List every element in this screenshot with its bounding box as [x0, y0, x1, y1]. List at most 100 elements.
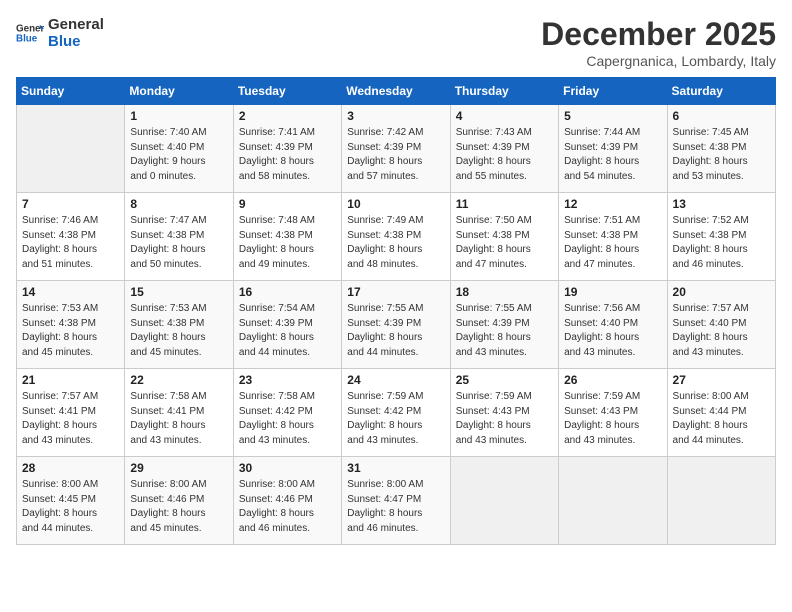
calendar-cell: 14Sunrise: 7:53 AMSunset: 4:38 PMDayligh… [17, 281, 125, 369]
day-info: Sunrise: 7:59 AMSunset: 4:43 PMDaylight:… [456, 390, 553, 448]
day-info: Sunrise: 7:41 AMSunset: 4:39 PMDaylight:… [239, 126, 336, 184]
calendar-cell: 17Sunrise: 7:55 AMSunset: 4:39 PMDayligh… [342, 281, 450, 369]
day-info: Sunrise: 7:43 AMSunset: 4:39 PMDaylight:… [456, 126, 553, 184]
logo-text-line1: General [48, 16, 104, 33]
calendar-cell: 13 Sunrise: 7:52 AMSunset: 4:38 PMDayligh… [667, 193, 775, 281]
calendar-cell: 18Sunrise: 7:55 AMSunset: 4:39 PMDayligh… [450, 281, 558, 369]
day-info: Sunrise: 7:59 AMSunset: 4:43 PMDaylight:… [564, 390, 661, 448]
days-header-row: SundayMondayTuesdayWednesdayThursdayFrid… [17, 78, 776, 105]
day-number: 2 [239, 109, 336, 123]
day-number: 10 [347, 197, 444, 211]
day-number: 28 [22, 461, 119, 475]
calendar-cell: 20Sunrise: 7:57 AMSunset: 4:40 PMDayligh… [667, 281, 775, 369]
day-number: 15 [130, 285, 227, 299]
svg-text:Blue: Blue [16, 33, 38, 44]
day-number: 8 [130, 197, 227, 211]
day-info: Sunrise: 7:57 AMSunset: 4:41 PMDaylight:… [22, 390, 119, 448]
calendar-cell: 22 Sunrise: 7:58 AMSunset: 4:41 PMDayligh… [125, 369, 233, 457]
calendar-cell: 29 Sunrise: 8:00 AMSunset: 4:46 PMDayligh… [125, 457, 233, 545]
day-info: Sunrise: 7:50 AMSunset: 4:38 PMDaylight:… [456, 214, 553, 272]
title-block: December 2025 Capergnanica, Lombardy, It… [541, 16, 776, 69]
day-number: 29 [130, 461, 227, 475]
calendar-cell: 15 Sunrise: 7:53 AMSunset: 4:38 PMDayligh… [125, 281, 233, 369]
calendar-cell: 31 Sunrise: 8:00 AMSunset: 4:47 PMDayligh… [342, 457, 450, 545]
calendar-cell: 24 Sunrise: 7:59 AMSunset: 4:42 PMDayligh… [342, 369, 450, 457]
day-number: 27 [673, 373, 770, 387]
location-subtitle: Capergnanica, Lombardy, Italy [541, 53, 776, 69]
calendar-cell: 28Sunrise: 8:00 AMSunset: 4:45 PMDayligh… [17, 457, 125, 545]
day-number: 6 [673, 109, 770, 123]
day-info: Sunrise: 7:46 AMSunset: 4:38 PMDaylight:… [22, 214, 119, 272]
calendar-week-row: 21 Sunrise: 7:57 AMSunset: 4:41 PMDayligh… [17, 369, 776, 457]
calendar-cell [17, 105, 125, 193]
day-info: Sunrise: 7:40 AMSunset: 4:40 PMDaylight:… [130, 126, 227, 184]
day-number: 1 [130, 109, 227, 123]
day-info: Sunrise: 7:47 AMSunset: 4:38 PMDaylight:… [130, 214, 227, 272]
day-number: 22 [130, 373, 227, 387]
calendar-week-row: 1 Sunrise: 7:40 AMSunset: 4:40 PMDaylight… [17, 105, 776, 193]
day-number: 23 [239, 373, 336, 387]
day-info: Sunrise: 7:56 AMSunset: 4:40 PMDaylight:… [564, 302, 661, 360]
day-number: 14 [22, 285, 119, 299]
calendar-cell: 23 Sunrise: 7:58 AMSunset: 4:42 PMDayligh… [233, 369, 341, 457]
calendar-week-row: 14 Sunrise: 7:53 AMSunset: 4:38 PMDayligh… [17, 281, 776, 369]
day-of-week-header: Friday [559, 78, 667, 105]
day-number: 30 [239, 461, 336, 475]
calendar-cell: 6 Sunrise: 7:45 AMSunset: 4:38 PMDaylight… [667, 105, 775, 193]
day-number: 4 [456, 109, 553, 123]
day-number: 18 [456, 285, 553, 299]
calendar-cell: 4 Sunrise: 7:43 AMSunset: 4:39 PMDaylight… [450, 105, 558, 193]
page-header: General Blue General Blue December 2025 … [16, 16, 776, 69]
calendar-body: 1 Sunrise: 7:40 AMSunset: 4:40 PMDaylight… [17, 105, 776, 545]
day-info: Sunrise: 8:00 AMSunset: 4:47 PMDaylight:… [347, 478, 444, 536]
calendar-week-row: 7 Sunrise: 7:46 AMSunset: 4:38 PMDaylight… [17, 193, 776, 281]
calendar-cell: 8 Sunrise: 7:47 AMSunset: 4:38 PMDaylight… [125, 193, 233, 281]
day-of-week-header: Wednesday [342, 78, 450, 105]
day-info: Sunrise: 8:00 AMSunset: 4:44 PMDaylight:… [673, 390, 770, 448]
calendar-cell: 10 Sunrise: 7:49 AMSunset: 4:38 PMDayligh… [342, 193, 450, 281]
calendar-cell [667, 457, 775, 545]
calendar-cell: 3Sunrise: 7:42 AMSunset: 4:39 PMDaylight… [342, 105, 450, 193]
day-number: 16 [239, 285, 336, 299]
day-number: 3 [347, 109, 444, 123]
day-info: Sunrise: 7:49 AMSunset: 4:38 PMDaylight:… [347, 214, 444, 272]
day-info: Sunrise: 8:00 AMSunset: 4:46 PMDaylight:… [130, 478, 227, 536]
calendar-cell: 27 Sunrise: 8:00 AMSunset: 4:44 PMDayligh… [667, 369, 775, 457]
calendar-cell: 2 Sunrise: 7:41 AMSunset: 4:39 PMDaylight… [233, 105, 341, 193]
logo-icon: General Blue [16, 19, 44, 47]
calendar-cell [559, 457, 667, 545]
day-info: Sunrise: 7:52 AMSunset: 4:38 PMDaylight:… [673, 214, 770, 272]
calendar-cell: 12Sunrise: 7:51 AMSunset: 4:38 PMDayligh… [559, 193, 667, 281]
day-info: Sunrise: 8:00 AMSunset: 4:46 PMDaylight:… [239, 478, 336, 536]
calendar-cell: 7 Sunrise: 7:46 AMSunset: 4:38 PMDaylight… [17, 193, 125, 281]
calendar-cell: 26 Sunrise: 7:59 AMSunset: 4:43 PMDayligh… [559, 369, 667, 457]
calendar-week-row: 28Sunrise: 8:00 AMSunset: 4:45 PMDayligh… [17, 457, 776, 545]
day-info: Sunrise: 7:59 AMSunset: 4:42 PMDaylight:… [347, 390, 444, 448]
day-info: Sunrise: 7:58 AMSunset: 4:42 PMDaylight:… [239, 390, 336, 448]
calendar-cell: 9Sunrise: 7:48 AMSunset: 4:38 PMDaylight… [233, 193, 341, 281]
calendar-cell: 19 Sunrise: 7:56 AMSunset: 4:40 PMDayligh… [559, 281, 667, 369]
day-of-week-header: Thursday [450, 78, 558, 105]
day-of-week-header: Tuesday [233, 78, 341, 105]
day-info: Sunrise: 7:53 AMSunset: 4:38 PMDaylight:… [130, 302, 227, 360]
day-number: 11 [456, 197, 553, 211]
day-number: 13 [673, 197, 770, 211]
calendar-cell [450, 457, 558, 545]
day-number: 26 [564, 373, 661, 387]
day-number: 21 [22, 373, 119, 387]
calendar-cell: 16Sunrise: 7:54 AMSunset: 4:39 PMDayligh… [233, 281, 341, 369]
day-number: 17 [347, 285, 444, 299]
day-number: 19 [564, 285, 661, 299]
day-number: 31 [347, 461, 444, 475]
calendar-cell: 1 Sunrise: 7:40 AMSunset: 4:40 PMDaylight… [125, 105, 233, 193]
calendar-cell: 30 Sunrise: 8:00 AMSunset: 4:46 PMDayligh… [233, 457, 341, 545]
day-number: 7 [22, 197, 119, 211]
day-info: Sunrise: 7:58 AMSunset: 4:41 PMDaylight:… [130, 390, 227, 448]
day-number: 25 [456, 373, 553, 387]
logo: General Blue General Blue [16, 16, 104, 50]
day-number: 24 [347, 373, 444, 387]
logo-text-line2: Blue [48, 33, 104, 50]
day-number: 5 [564, 109, 661, 123]
day-info: Sunrise: 7:45 AMSunset: 4:38 PMDaylight:… [673, 126, 770, 184]
month-title: December 2025 [541, 16, 776, 53]
